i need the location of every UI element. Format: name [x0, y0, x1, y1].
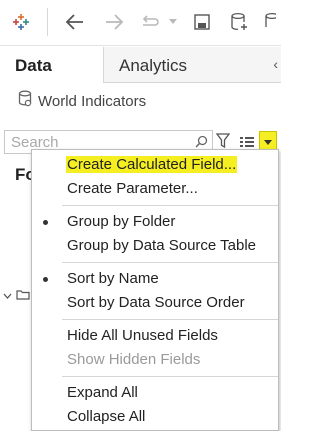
- toolbar-separator: [47, 8, 48, 36]
- menu-item-show-hidden-fields: Show Hidden Fields: [32, 348, 278, 372]
- menu-separator: [62, 262, 278, 263]
- checked-bullet-icon: [43, 220, 48, 225]
- menu-item-group-by-data-source-table[interactable]: Group by Data Source Table: [32, 234, 278, 258]
- menu-item-label: Expand All: [67, 384, 138, 401]
- checked-bullet-icon: [43, 277, 48, 282]
- folder-icon: [16, 287, 30, 305]
- save-icon[interactable]: [189, 8, 215, 36]
- menu-separator: [62, 376, 278, 377]
- menu-item-sort-by-data-source-order[interactable]: Sort by Data Source Order: [32, 291, 278, 315]
- menu-item-label: Group by Folder: [67, 213, 176, 230]
- data-pane: Data Analytics ‹ World Indicators Fo: [0, 0, 281, 431]
- menu-item-group-by-folder[interactable]: Group by Folder: [32, 210, 278, 234]
- menu-item-create-calculated-field[interactable]: Create Calculated Field...: [32, 153, 278, 177]
- menu-item-create-parameter[interactable]: Create Parameter...: [32, 177, 278, 201]
- tab-data[interactable]: Data: [0, 47, 103, 83]
- folder-tree-row[interactable]: [3, 287, 30, 305]
- tableau-logo-icon[interactable]: [8, 8, 34, 36]
- menu-item-label: Hide All Unused Fields: [67, 327, 218, 344]
- datasource-item[interactable]: World Indicators: [18, 90, 147, 112]
- toolbar: [0, 0, 281, 46]
- menu-separator: [62, 319, 278, 320]
- data-pane-context-menu: Create Calculated Field... Create Parame…: [31, 149, 279, 431]
- tab-analytics[interactable]: Analytics ‹: [103, 47, 281, 83]
- redo-icon[interactable]: [138, 8, 164, 36]
- chevron-down-icon[interactable]: [3, 287, 12, 305]
- new-datasource-icon[interactable]: [226, 8, 252, 36]
- menu-item-label: Group by Data Source Table: [67, 237, 257, 254]
- tab-analytics-label: Analytics: [119, 56, 188, 75]
- database-icon: [18, 90, 32, 112]
- forward-arrow-icon[interactable]: [101, 8, 127, 36]
- menu-separator: [62, 205, 278, 206]
- dropdown-arrow-icon[interactable]: [166, 8, 180, 36]
- datasource-name: World Indicators: [38, 92, 147, 110]
- menu-item-label: Collapse All: [67, 408, 146, 425]
- datasource-icon[interactable]: [264, 8, 281, 36]
- menu-item-label: Create Parameter...: [67, 180, 198, 197]
- back-arrow-icon[interactable]: [62, 8, 88, 36]
- pane-tabs: Data Analytics ‹: [0, 47, 281, 83]
- menu-item-sort-by-name[interactable]: Sort by Name: [32, 267, 278, 291]
- menu-item-label: Show Hidden Fields: [67, 351, 201, 368]
- menu-item-label: Sort by Name: [67, 270, 159, 287]
- menu-item-collapse-all[interactable]: Collapse All: [32, 405, 278, 429]
- menu-item-expand-all[interactable]: Expand All: [32, 381, 278, 405]
- menu-item-label: Sort by Data Source Order: [67, 294, 245, 311]
- chevron-down-icon: [264, 133, 272, 151]
- menu-item-hide-all-unused-fields[interactable]: Hide All Unused Fields: [32, 324, 278, 348]
- collapse-pane-icon[interactable]: ‹: [273, 56, 278, 72]
- menu-item-label: Create Calculated Field...: [66, 156, 238, 173]
